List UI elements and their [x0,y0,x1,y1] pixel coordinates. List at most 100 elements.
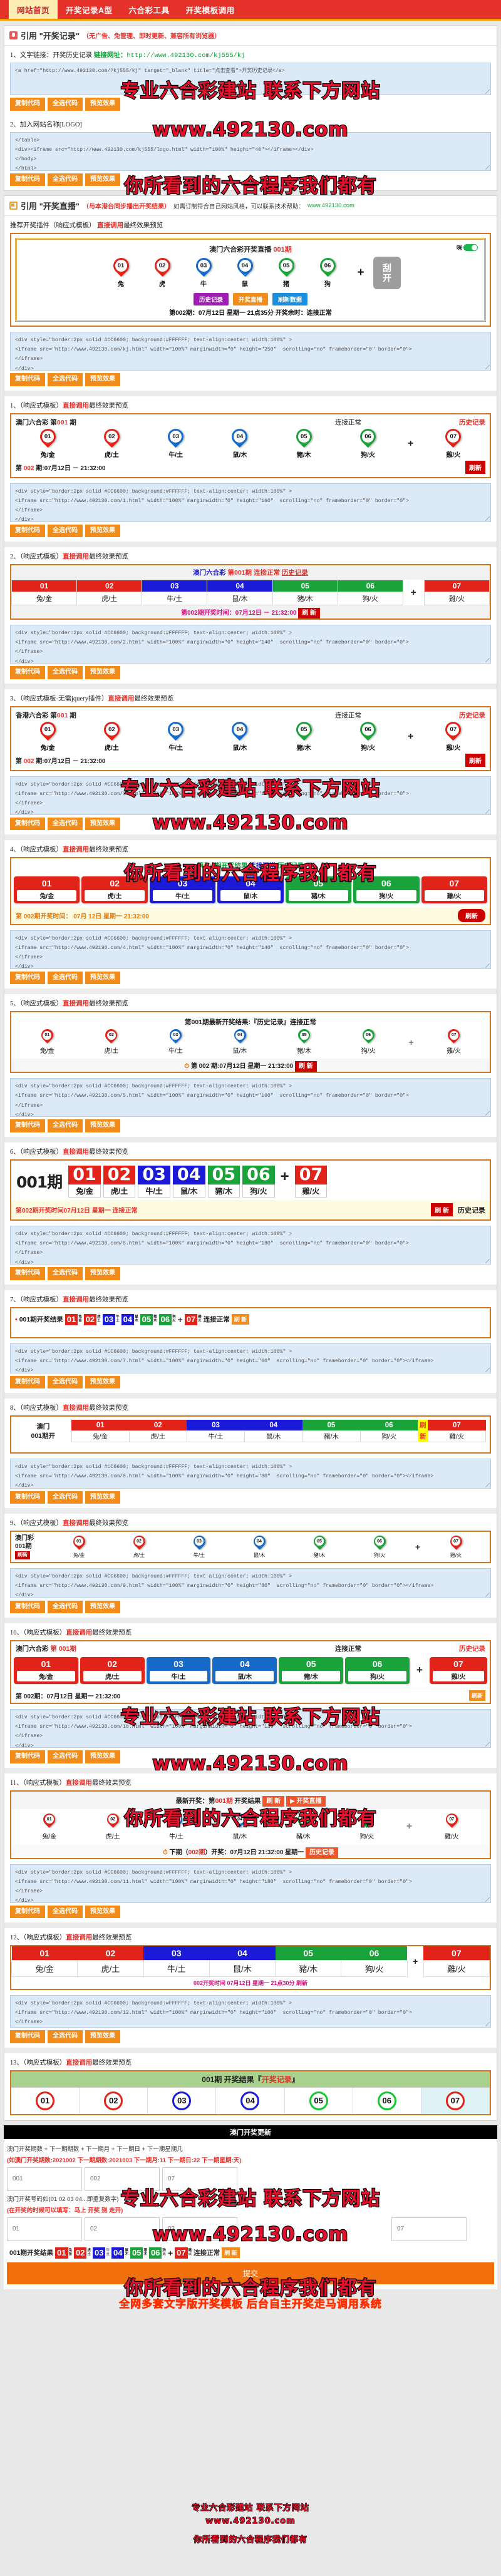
refresh-button-top[interactable]: 刷 [418,1420,428,1431]
copy-code-button[interactable]: 复制代码 [10,1750,45,1763]
select-all-code-button[interactable]: 全选代码 [48,1491,83,1504]
history-link[interactable]: 历史记录 [458,1205,485,1215]
preview-button[interactable]: 预览效果 [85,1267,120,1280]
select-all-code-button[interactable]: 全选代码 [48,1750,83,1763]
nav-item-tools[interactable]: 六合彩工具 [121,0,178,19]
number-1-input[interactable] [7,2217,82,2241]
sound-toggle[interactable]: 咪 [457,244,478,252]
preview-button[interactable]: 预览效果 [85,1905,120,1919]
record-item-2-code[interactable]: </table> <div><iframe src="http://www.49… [10,131,491,171]
preview-button[interactable]: 预览效果 [85,373,120,386]
preview-button[interactable]: 预览效果 [85,2030,120,2043]
number-7-input[interactable] [391,2217,467,2241]
number-2-input[interactable] [85,2217,160,2241]
copy-code-button[interactable]: 复制代码 [10,1375,45,1389]
preview-button[interactable]: 预览效果 [85,173,120,186]
preview-button[interactable]: 预览效果 [85,1491,120,1504]
refresh-button[interactable]: 刷新 [465,753,485,767]
copy-code-button[interactable]: 复制代码 [10,173,45,186]
copy-code-button[interactable]: 复制代码 [10,1905,45,1919]
nav-item-templates[interactable]: 开奖模板调用 [178,0,243,19]
template-4-code[interactable]: <div style="border:2px solid #CC6600; ba… [10,930,491,969]
copy-code-button[interactable]: 复制代码 [10,971,45,985]
live-button[interactable]: ▶ 开奖直播 [286,1795,326,1807]
copy-code-button[interactable]: 复制代码 [10,1600,45,1614]
refresh-button-bottom[interactable]: 新 [418,1430,428,1442]
history-link[interactable]: 历史记录 [459,1644,485,1653]
refresh-button[interactable]: 刷 新 [222,2247,240,2259]
preview-button[interactable]: 预览效果 [85,817,120,830]
template-12-code[interactable]: <div style="border:2px solid #CC6600; ba… [10,1995,491,2028]
history-button[interactable]: 历史记录 [305,1847,338,1858]
select-all-code-button[interactable]: 全选代码 [48,666,83,679]
template-3-code[interactable]: <div style="border:2px solid #CC6600; ba… [10,776,491,815]
copy-code-button[interactable]: 复制代码 [10,524,45,537]
copy-code-button[interactable]: 复制代码 [10,1267,45,1280]
history-link[interactable]: 历史记录 [459,711,485,720]
select-all-code-button[interactable]: 全选代码 [48,817,83,830]
template-0-code[interactable]: <div style="border:2px solid #CC6600; ba… [10,332,491,371]
template-2-code[interactable]: <div style="border:2px solid #CC6600; ba… [10,625,491,664]
next-period-input[interactable] [85,2167,160,2191]
history-button[interactable]: 历史记录 [193,293,229,305]
refresh-button[interactable]: 刷 新 [295,1061,317,1072]
nav-item-records-a[interactable]: 开奖记录A型 [58,0,121,19]
history-link[interactable]: 开奖记录 [262,2075,292,2084]
select-all-code-button[interactable]: 全选代码 [48,2030,83,2043]
template-9-code[interactable]: <div style="border:2px solid #CC6600; ba… [10,1568,491,1598]
select-all-code-button[interactable]: 全选代码 [48,1375,83,1389]
select-all-code-button[interactable]: 全选代码 [48,1119,83,1132]
period-input[interactable] [7,2167,82,2191]
preview-button[interactable]: 预览效果 [85,971,120,985]
select-all-code-button[interactable]: 全选代码 [48,98,83,111]
copy-code-button[interactable]: 复制代码 [10,1119,45,1132]
select-all-code-button[interactable]: 全选代码 [48,1600,83,1614]
copy-code-button[interactable]: 复制代码 [10,1491,45,1504]
template-1-code[interactable]: <div style="border:2px solid #CC6600; ba… [10,483,491,522]
copy-code-button[interactable]: 复制代码 [10,2030,45,2043]
select-all-code-button[interactable]: 全选代码 [48,373,83,386]
refresh-button[interactable]: 刷 新 [298,608,321,618]
refresh-button[interactable]: 刷新 [468,1690,485,1701]
preview-button[interactable]: 预览效果 [85,1750,120,1763]
select-all-code-button[interactable]: 全选代码 [48,1267,83,1280]
preview-button[interactable]: 预览效果 [85,666,120,679]
preview-button[interactable]: 预览效果 [85,1600,120,1614]
template-6-code[interactable]: <div style="border:2px solid #CC6600; ba… [10,1226,491,1265]
panel-live-site[interactable]: www.492130.com [307,202,354,209]
refresh-button[interactable]: 刷 新 [431,1203,453,1217]
history-link[interactable]: 历史记录 [277,862,304,870]
history-link[interactable]: 历史记录 [459,418,485,427]
copy-code-button[interactable]: 复制代码 [10,373,45,386]
refresh-button[interactable]: 刷新 [458,908,485,922]
refresh-button[interactable]: 刷新 [15,1551,30,1559]
select-all-code-button[interactable]: 全选代码 [48,1905,83,1919]
next-month-input[interactable] [162,2167,237,2191]
scratch-button[interactable]: 刮 开 [373,257,401,289]
nav-item-home[interactable]: 网站首页 [9,0,58,19]
record-item-1-url[interactable]: http://www.492130.com/kj555/kj [127,52,245,59]
copy-code-button[interactable]: 复制代码 [10,817,45,830]
live-button[interactable]: 开奖直播 [232,293,268,305]
refresh-button[interactable]: 刷 新 [262,1795,285,1807]
template-7-code[interactable]: <div style="border:2px solid #CC6600; ba… [10,1343,491,1373]
refresh-data-button[interactable]: 刷新数据 [272,293,308,305]
template-10-code[interactable]: <div style="border:2px solid #CC6600; ba… [10,1709,491,1748]
refresh-button[interactable]: 刷 新 [231,1314,250,1325]
copy-code-button[interactable]: 复制代码 [10,666,45,679]
copy-code-button[interactable]: 复制代码 [10,98,45,111]
refresh-button[interactable]: 刷新 [465,460,485,474]
submit-button[interactable]: 提交 [7,2262,494,2284]
template-8-code[interactable]: <div style="border:2px solid #CC6600; ba… [10,1458,491,1489]
select-all-code-button[interactable]: 全选代码 [48,971,83,985]
template-5-code[interactable]: <div style="border:2px solid #CC6600; ba… [10,1078,491,1117]
preview-button[interactable]: 预览效果 [85,524,120,537]
history-link[interactable]: 历史记录 [282,569,308,577]
toggle-switch-icon[interactable] [463,244,478,251]
record-item-1-code[interactable]: <a href="http://www.492130.com/?kj555/kj… [10,63,491,95]
number-3-input[interactable] [162,2217,237,2241]
template-11-code[interactable]: <div style="border:2px solid #CC6600; ba… [10,1864,491,1903]
preview-button[interactable]: 预览效果 [85,1375,120,1389]
select-all-code-button[interactable]: 全选代码 [48,173,83,186]
preview-button[interactable]: 预览效果 [85,1119,120,1132]
